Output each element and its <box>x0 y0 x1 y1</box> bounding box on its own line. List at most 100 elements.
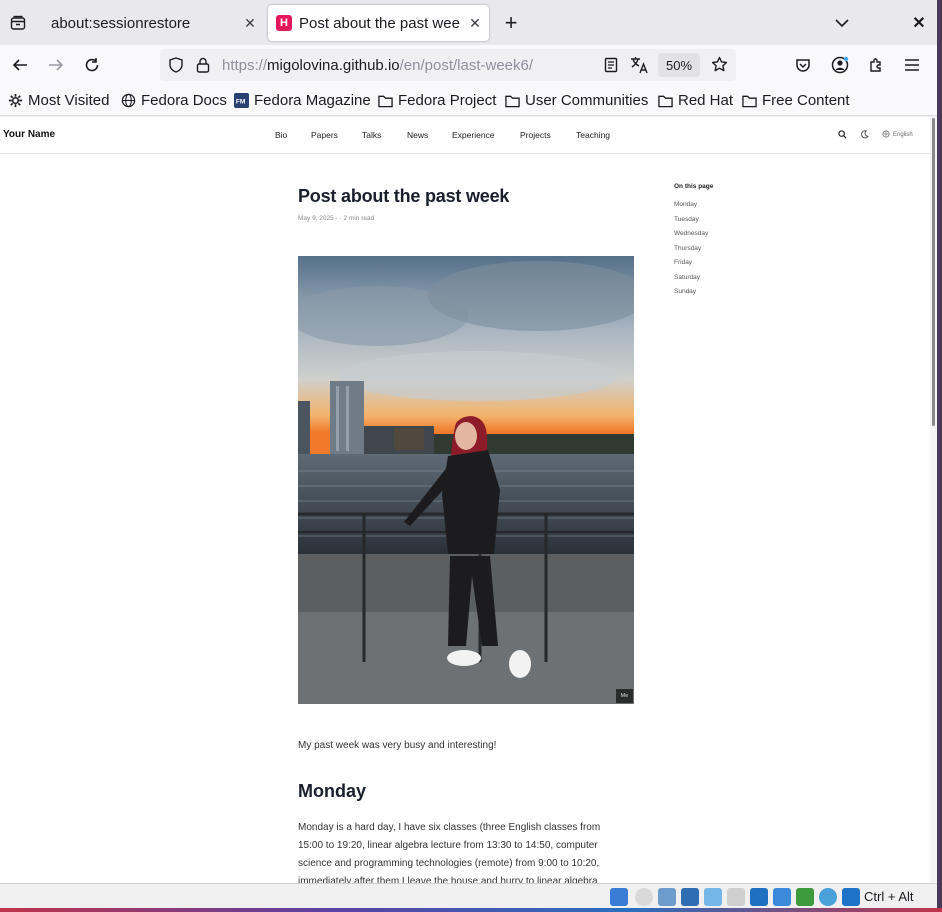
url-host: migolovina.github.io <box>267 57 400 74</box>
forward-button[interactable] <box>41 50 71 80</box>
scrollbar-thumb[interactable] <box>932 118 935 426</box>
tab-post[interactable]: H Post about the past week ✕ <box>268 5 489 41</box>
folder-icon <box>505 94 520 108</box>
vm-screen-icon[interactable] <box>750 888 768 906</box>
vm-status-bar: Ctrl + Alt <box>0 883 937 908</box>
bookmark-label: Free Content <box>762 92 850 109</box>
toc-item-thursday[interactable]: Thursday <box>674 245 701 252</box>
vm-shared-folders-icon[interactable] <box>704 888 722 906</box>
image-caption-badge: Me <box>616 689 633 703</box>
bookmark-label: Fedora Project <box>398 92 497 109</box>
zoom-reset-button[interactable]: 50% <box>658 53 700 77</box>
site-search-button[interactable] <box>836 128 848 140</box>
list-all-tabs-button[interactable] <box>828 8 856 38</box>
account-button[interactable] <box>825 50 855 80</box>
vm-globe-icon[interactable] <box>819 888 837 906</box>
new-tab-button[interactable]: + <box>496 8 526 38</box>
vm-recording-icon[interactable] <box>796 888 814 906</box>
tab-strip: about:sessionrestore ✕ H Post about the … <box>0 0 937 45</box>
back-button[interactable] <box>5 50 35 80</box>
vm-windows-icon[interactable] <box>773 888 791 906</box>
chevron-down-icon <box>835 19 849 28</box>
tab-sessionrestore[interactable]: about:sessionrestore ✕ <box>40 5 264 41</box>
folder-icon <box>658 94 673 108</box>
back-arrow-icon <box>12 59 27 71</box>
tab-title: Post about the past week <box>299 14 461 32</box>
section-heading-monday: Monday <box>298 781 367 801</box>
bookmarks-toolbar: Most Visited Fedora Docs FM Fedora Magaz… <box>0 85 937 116</box>
plus-icon: + <box>504 10 518 35</box>
lock-icon[interactable] <box>196 57 210 73</box>
nav-link-news[interactable]: News <box>407 130 428 140</box>
url-text[interactable]: https://migolovina.github.io/en/post/las… <box>222 57 533 74</box>
bookmark-star-icon[interactable] <box>711 56 728 73</box>
close-icon: ✕ <box>912 15 926 32</box>
puzzle-icon <box>870 58 881 72</box>
vm-download-icon[interactable] <box>842 888 860 906</box>
app-menu-button[interactable] <box>897 50 927 80</box>
site-header: Your Name Bio Papers Talks News Experien… <box>0 117 930 154</box>
paragraph-line: 15:00 to 19:20, linear algebra lecture f… <box>298 840 598 851</box>
toc-item-tuesday[interactable]: Tuesday <box>674 216 699 223</box>
bookmark-most-visited[interactable]: Most Visited <box>8 92 109 109</box>
bookmark-label: Fedora Magazine <box>254 92 371 109</box>
bookmark-folder-fedora-project[interactable]: Fedora Project <box>378 92 496 109</box>
reload-button[interactable] <box>77 50 107 80</box>
toc-title: On this page <box>674 183 714 190</box>
folder-icon <box>742 94 757 108</box>
bookmark-folder-user-communities[interactable]: User Communities <box>505 92 648 109</box>
address-bar[interactable]: https://migolovina.github.io/en/post/las… <box>160 49 736 81</box>
close-tab-icon[interactable]: ✕ <box>236 15 264 32</box>
paragraph-line: Monday is a hard day, I have six classes… <box>298 822 601 833</box>
tracking-protection-shield-icon[interactable] <box>168 57 184 73</box>
post-meta: May 9, 2025 · · 2 min read <box>298 215 375 222</box>
nav-link-bio[interactable]: Bio <box>275 130 287 140</box>
post-intro: My past week was very busy and interesti… <box>298 740 497 751</box>
bookmark-label: Fedora Docs <box>141 92 227 109</box>
nav-link-talks[interactable]: Talks <box>362 130 381 140</box>
vm-usb-icon[interactable] <box>658 888 676 906</box>
theme-toggle-button[interactable] <box>858 128 870 140</box>
bookmark-folder-free-content[interactable]: Free Content <box>742 92 850 109</box>
bookmark-label: Red Hat <box>678 92 734 109</box>
toc-item-monday[interactable]: Monday <box>674 201 697 208</box>
toc-item-saturday[interactable]: Saturday <box>674 274 700 281</box>
vm-audio-icon[interactable] <box>610 888 628 906</box>
toc-item-friday[interactable]: Friday <box>674 259 692 266</box>
reader-view-icon[interactable] <box>604 57 618 73</box>
nav-link-papers[interactable]: Papers <box>311 130 338 140</box>
bookmark-label: Most Visited <box>28 92 110 109</box>
pocket-icon <box>796 59 810 72</box>
fm-icon: FM <box>234 93 249 108</box>
post-featured-image <box>298 256 634 704</box>
site-brand[interactable]: Your Name <box>3 129 55 140</box>
folder-icon <box>378 94 393 108</box>
url-path: /en/post/last-week6/ <box>399 57 534 74</box>
bookmark-fedora-magazine[interactable]: FM Fedora Magazine <box>234 92 371 109</box>
hamburger-menu-icon <box>905 59 919 71</box>
close-tab-icon[interactable]: ✕ <box>461 15 489 32</box>
vm-network-icon[interactable] <box>681 888 699 906</box>
svg-text:FM: FM <box>236 98 246 105</box>
toc-item-sunday[interactable]: Sunday <box>674 288 696 295</box>
bookmark-fedora-docs[interactable]: Fedora Docs <box>121 92 227 109</box>
extensions-button[interactable] <box>861 50 891 80</box>
firefox-view-button[interactable] <box>0 0 36 45</box>
paragraph-line: science and programming technologies (re… <box>298 858 600 869</box>
nav-link-projects[interactable]: Projects <box>520 130 551 140</box>
window-close-button[interactable]: ✕ <box>905 8 933 38</box>
tab-title: about:sessionrestore <box>51 14 191 32</box>
vm-display-icon[interactable] <box>727 888 745 906</box>
toc-item-wednesday[interactable]: Wednesday <box>674 230 708 237</box>
monday-paragraph: Monday is a hard day, I have six classes… <box>298 819 628 883</box>
bookmark-folder-red-hat[interactable]: Red Hat <box>658 92 733 109</box>
bookmark-label: User Communities <box>525 92 649 109</box>
nav-link-teaching[interactable]: Teaching <box>576 130 610 140</box>
moon-icon <box>860 129 869 138</box>
vm-optical-drive-icon[interactable] <box>635 888 653 906</box>
translate-icon[interactable] <box>630 56 648 74</box>
language-selector[interactable]: English <box>893 132 913 138</box>
nav-link-experience[interactable]: Experience <box>452 130 495 140</box>
language-icon[interactable] <box>880 128 892 140</box>
pocket-button[interactable] <box>788 50 818 80</box>
